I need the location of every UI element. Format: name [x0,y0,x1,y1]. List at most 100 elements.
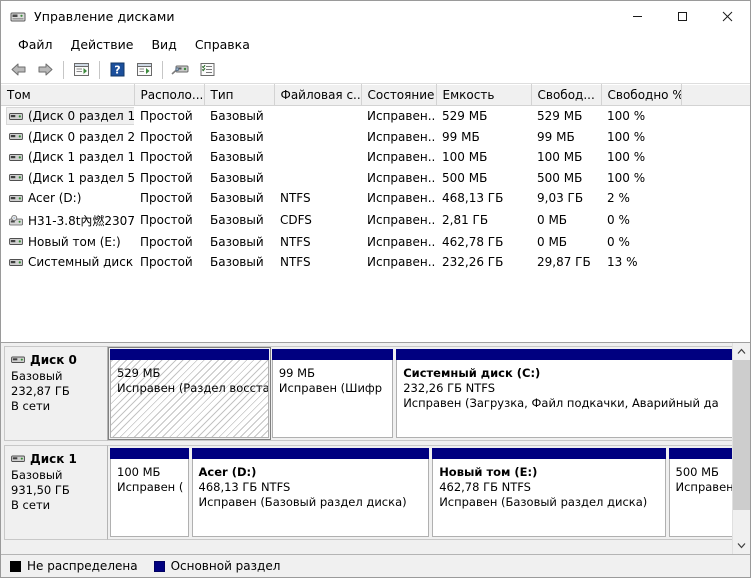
cell-layout: Простой [140,170,193,185]
cell-status: Исправен... [367,213,436,227]
cell-free-percent: 100 % [607,170,646,185]
cell-filler [681,127,750,148]
cell-volume[interactable]: (Диск 0 раздел 1) [1,106,134,127]
column-header-1[interactable]: Располо... [134,84,205,106]
partition-details: Системный диск (C:) 232,26 ГБ NTFS Исправе… [396,360,747,438]
cell-layout: Простой [140,234,193,249]
column-header-0[interactable]: Том [1,84,135,106]
partition-strip: 100 МБ Исправен (Acer (D:) 468,13 ГБ NTFS И… [108,445,750,540]
partition-color-bar [432,448,666,459]
partition-size: 232,26 ГБ NTFS [403,381,495,395]
cell-volume[interactable]: H31-3.8t內燃2307... [1,209,134,232]
table-row[interactable]: H31-3.8t內燃2307... Простой Базовый CDFS Испра… [1,209,750,232]
legend-primary-swatch [153,560,165,572]
show-hide-console-tree-icon[interactable] [69,58,94,81]
disk-graph-area: Диск 0 Базовый 232,87 ГБ В сети 529 МБ Исправ… [1,343,750,554]
minimize-button[interactable] [615,1,660,32]
close-button[interactable] [705,1,750,32]
table-row[interactable]: Acer (D:) Простой Базовый NTFS Исправен... 46… [1,188,750,209]
disk-drive-icon [11,356,25,363]
cell-free: 500 МБ [537,170,583,185]
disk-size: 232,87 ГБ [11,384,70,398]
help-question-icon[interactable]: ? [105,58,130,81]
partition-volume-icon [9,133,23,140]
partition-color-bar [110,448,189,459]
cell-filler [681,147,750,168]
cell-layout: Простой [140,109,193,124]
partition-block[interactable]: 100 МБ Исправен ( [110,448,189,537]
cell-filler [681,168,750,189]
partition-block[interactable]: 99 МБ Исправен (Шифр [271,349,394,438]
partition-size: 100 МБ [117,465,161,479]
maximize-button[interactable] [660,1,705,32]
partition-status: Исправен ( [117,480,184,494]
table-row[interactable]: Новый том (E:) Простой Базовый NTFS Исправен… [1,232,750,253]
disk-row: Диск 0 Базовый 232,87 ГБ В сети 529 МБ Исправ… [4,346,750,441]
scrollbar-thumb[interactable] [733,360,750,510]
partition-details: Acer (D:) 468,13 ГБ NTFS Исправен (Базовый… [191,459,430,537]
volume-label: H31-3.8t內燃2307... [28,213,134,228]
disk-size: 931,50 ГБ [11,483,70,497]
cell-free-percent: 0 % [607,213,630,227]
back-arrow-icon[interactable] [6,58,31,81]
volume-label: (Диск 1 раздел 5) [28,170,134,185]
column-header-8[interactable] [681,84,750,106]
title-bar: Управление дисками [1,1,750,32]
partition-block[interactable]: Acer (D:) 468,13 ГБ NTFS Исправен (Базовый… [191,448,430,537]
volume-label: Acer (D:) [28,191,82,205]
cell-capacity: 232,26 ГБ [442,255,504,270]
cell-status: Исправен... [367,170,436,185]
scroll-up-arrow-icon[interactable] [733,343,750,360]
disk-drive-icon [11,455,25,462]
partition-block[interactable]: Новый том (E:) 462,78 ГБ NTFS Исправен (Ба… [432,448,666,537]
cell-layout: Простой [140,129,193,144]
partition-color-bar [396,349,747,360]
table-row[interactable]: (Диск 0 раздел 2) Простой Базовый Исправен.… [1,127,750,148]
cell-free: 100 МБ [537,150,583,165]
menu-file[interactable]: Файл [9,34,62,55]
column-header-2[interactable]: Тип [204,84,275,106]
properties-list-icon[interactable] [195,58,220,81]
column-header-3[interactable]: Файловая с... [274,84,362,106]
show-action-pane-icon[interactable] [132,58,157,81]
cell-capacity: 529 МБ [442,109,488,124]
table-row[interactable]: (Диск 1 раздел 5) Простой Базовый Исправен.… [1,168,750,189]
graphical-disk-pane: Диск 0 Базовый 232,87 ГБ В сети 529 МБ Исправ… [1,343,750,554]
partition-block[interactable]: 529 МБ Исправен (Раздел восста [108,347,271,440]
menu-bar: Файл Действие Вид Справка [1,32,750,56]
window-controls [615,1,750,32]
partition-title: Acer (D:) [198,465,257,479]
cell-layout: Простой [140,255,193,270]
cell-volume[interactable]: Acer (D:) [1,188,134,209]
cell-free-percent: 13 % [607,255,638,270]
column-header-7[interactable]: Свободно % [601,84,682,106]
menu-help[interactable]: Справка [186,34,259,55]
table-row[interactable]: (Диск 1 раздел 1) Простой Базовый Исправен.… [1,147,750,168]
cell-volume[interactable]: (Диск 1 раздел 5) [1,168,134,189]
rescan-disks-icon[interactable] [168,58,193,81]
graph-vertical-scrollbar[interactable] [732,343,750,554]
partition-volume-icon [9,153,23,161]
column-header-5[interactable]: Емкость [436,84,532,106]
column-header-6[interactable]: Свобод... [531,84,602,106]
cell-type: Базовый [210,170,264,185]
table-row[interactable]: (Диск 0 раздел 1) Простой Базовый Исправен.… [1,106,750,127]
cell-volume[interactable]: (Диск 0 раздел 2) [1,127,134,148]
partition-block[interactable]: Системный диск (C:) 232,26 ГБ NTFS Исправе… [396,349,747,438]
cell-volume[interactable]: Системный диск ... [1,252,134,273]
partition-status: Исправен (Базовый раздел диска) [198,495,407,509]
disk-info-panel[interactable]: Диск 1 Базовый 931,50 ГБ В сети [4,445,108,540]
scroll-down-arrow-icon[interactable] [733,537,750,554]
table-row[interactable]: Системный диск ... Простой Базовый NTFS Испр… [1,252,750,273]
menu-view[interactable]: Вид [142,34,185,55]
cell-volume[interactable]: (Диск 1 раздел 1) [1,147,134,168]
column-header-4[interactable]: Состояние [361,84,437,106]
disk-info-panel[interactable]: Диск 0 Базовый 232,87 ГБ В сети [4,346,108,441]
forward-arrow-icon[interactable] [33,58,58,81]
cell-volume[interactable]: Новый том (E:) [1,232,134,253]
disk-management-icon [10,9,26,25]
menu-action[interactable]: Действие [62,34,143,55]
cell-type: Базовый [210,191,264,206]
cell-capacity: 2,81 ГБ [442,213,489,227]
cell-free: 99 МБ [537,129,575,144]
